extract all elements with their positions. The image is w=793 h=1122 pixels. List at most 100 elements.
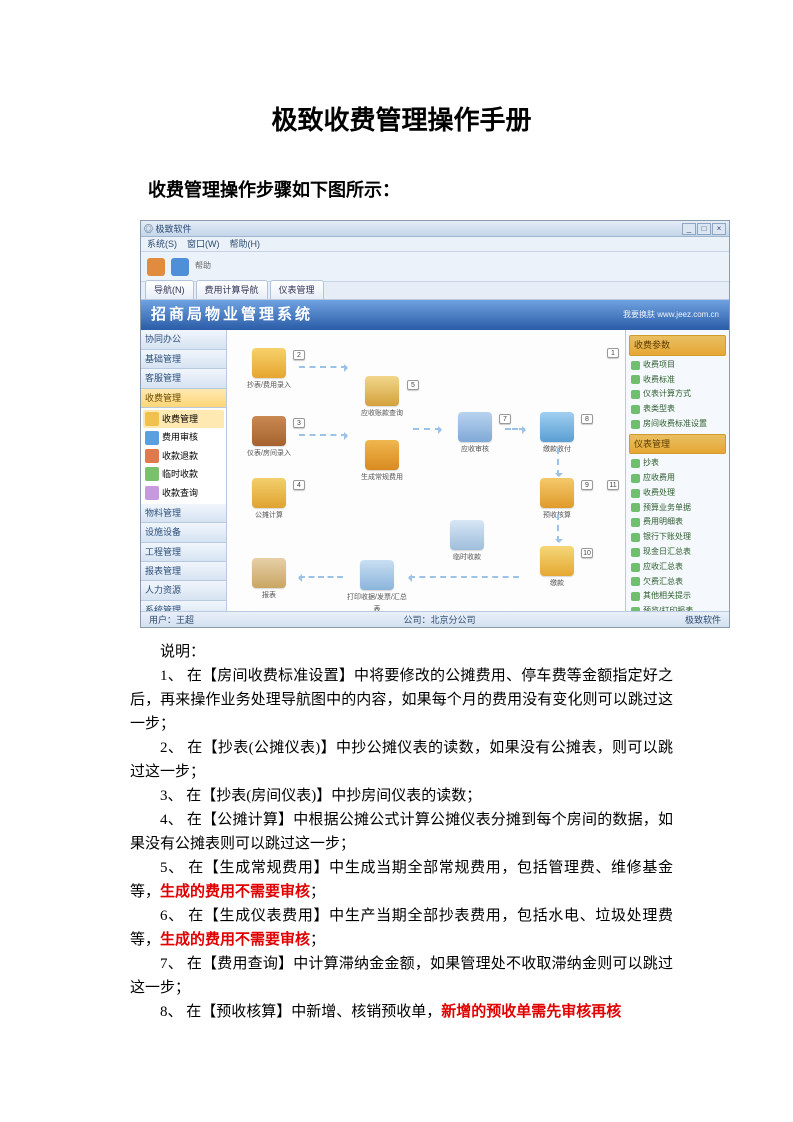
flow-badge: 2	[293, 350, 305, 360]
flow-arrow	[505, 428, 525, 430]
rpanel-item[interactable]: 应收费用	[629, 471, 726, 486]
flow-node[interactable]: 应收审核	[445, 412, 505, 455]
rpanel-item[interactable]: 收费处理	[629, 486, 726, 501]
titlebar: ◎ 极致软件 _ □ ×	[141, 221, 729, 237]
doc-title: 极致收费管理操作手册	[130, 100, 673, 142]
banner-title: 招商局物业管理系统	[151, 303, 313, 327]
rpanel-item[interactable]: 其他相关提示	[629, 589, 726, 604]
subnav-item[interactable]: 收款查询	[143, 484, 224, 502]
flow-arrow	[299, 576, 343, 578]
nav-section[interactable]: 设施设备	[141, 523, 226, 542]
flow-node[interactable]: 公摊计算	[239, 478, 299, 521]
subnav-item[interactable]: 临时收款	[143, 465, 224, 483]
explain-step-2: 2、 在【抄表(公摊仪表)】中抄公摊仪表的读数，如果没有公摊表，则可以跳过这一步…	[130, 736, 673, 784]
flow-badge: 10	[581, 548, 593, 558]
flow-badge: 9	[581, 480, 593, 490]
cash-icon	[145, 449, 159, 463]
rpanel-item[interactable]: 预览/打印报表	[629, 604, 726, 611]
rpanel-item[interactable]: 房间收费标准设置	[629, 417, 726, 432]
tabbar: 导航(N) 费用计算导航 仪表管理	[141, 282, 729, 300]
flow-badge: 1	[607, 348, 619, 358]
flow-arrow	[409, 576, 519, 578]
nav-section[interactable]: 工程管理	[141, 543, 226, 562]
nav-section[interactable]: 协同办公	[141, 330, 226, 349]
explain-step-4: 4、 在【公摊计算】中根据公摊公式计算公摊仪表分摊到每个房间的数据，如果没有公摊…	[130, 808, 673, 856]
flow-node[interactable]: 报表	[239, 558, 299, 601]
nav-section[interactable]: 报表管理	[141, 562, 226, 581]
nav-section-fee[interactable]: 收费管理	[141, 389, 226, 408]
rpanel-item[interactable]: 银行下账处理	[629, 530, 726, 545]
rpanel-head: 收费参数	[629, 335, 726, 355]
nav-section[interactable]: 基础管理	[141, 350, 226, 369]
nav-section[interactable]: 人力资源	[141, 581, 226, 600]
flow-arrow	[299, 366, 347, 368]
rpanel-item[interactable]: 表类型表	[629, 402, 726, 417]
left-nav: 协同办公 基础管理 客服管理 收费管理 收费管理 费用审核 收款退款 临时收款 …	[141, 330, 227, 611]
status-brand: 极致软件	[685, 613, 721, 627]
max-button[interactable]: □	[697, 223, 711, 235]
rpanel-item[interactable]: 费用明细表	[629, 515, 726, 530]
rpanel-item[interactable]: 预算业务单据	[629, 501, 726, 516]
red-text: 生成的费用不需要审核	[160, 932, 310, 948]
menubar: 系统(S) 窗口(W) 帮助(H)	[141, 237, 729, 252]
explanation: 说明： 1、 在【房间收费标准设置】中将要修改的公摊费用、停车费等金额指定好之后…	[130, 640, 673, 1024]
rpanel-item[interactable]: 现金日汇总表	[629, 545, 726, 560]
tab-meter[interactable]: 仪表管理	[270, 280, 324, 299]
nav-section[interactable]: 客服管理	[141, 369, 226, 388]
explain-step-7: 7、 在【费用查询】中计算滞纳金金额，如果管理处不收取滞纳金则可以跳过这一步；	[130, 952, 673, 1000]
subnav-item[interactable]: 费用审核	[143, 428, 224, 446]
min-button[interactable]: _	[682, 223, 696, 235]
rpanel-item[interactable]: 仪表计算方式	[629, 387, 726, 402]
window-title: ◎ 极致软件	[144, 222, 192, 236]
red-text: 生成的费用不需要审核	[160, 884, 310, 900]
flow-node[interactable]: 抄表/费用录入	[239, 348, 299, 391]
right-panel: 收费参数 收费项目 收费标准 仪表计算方式 表类型表 房间收费标准设置 仪表管理…	[625, 330, 729, 611]
explain-step-6: 6、 在【生成仪表费用】中生产当期全部抄表费用，包括水电、垃圾处理费等，生成的费…	[130, 904, 673, 952]
flow-badge: 5	[407, 380, 419, 390]
explain-lead: 说明：	[130, 640, 673, 664]
rpanel-item[interactable]: 抄表	[629, 456, 726, 471]
subnav-item[interactable]: 收费管理	[143, 410, 224, 428]
search-icon	[145, 486, 159, 500]
banner-right: 我要换肤 www.jeez.com.cn	[623, 309, 719, 322]
tab-fee-calc[interactable]: 费用计算导航	[196, 280, 268, 299]
tool-icon-2[interactable]	[171, 258, 189, 276]
close-button[interactable]: ×	[712, 223, 726, 235]
explain-step-8: 8、 在【预收核算】中新增、核销预收单，新增的预收单需先审核再核	[130, 1000, 673, 1024]
flow-node[interactable]: 缴款	[527, 546, 587, 589]
flow-arrow	[557, 514, 559, 542]
flow-node[interactable]: 生成常规费用	[352, 440, 412, 483]
flow-badge: 3	[293, 418, 305, 428]
subnav: 收费管理 费用审核 收款退款 临时收款 收款查询	[141, 408, 226, 504]
rpanel-item[interactable]: 收费项目	[629, 358, 726, 373]
temp-icon	[145, 467, 159, 481]
red-text: 新增的预收单需先审核再核	[441, 1004, 621, 1020]
menu-window[interactable]: 窗口(W)	[187, 237, 220, 251]
check-icon	[145, 431, 159, 445]
rpanel-head: 仪表管理	[629, 434, 726, 454]
tab-nav[interactable]: 导航(N)	[145, 280, 194, 299]
app-screenshot: ◎ 极致软件 _ □ × 系统(S) 窗口(W) 帮助(H) 帮助 导航(N) …	[140, 220, 730, 628]
banner: 招商局物业管理系统 我要换肤 www.jeez.com.cn	[141, 300, 729, 330]
tool-icon-1[interactable]	[147, 258, 165, 276]
menu-system[interactable]: 系统(S)	[147, 237, 177, 251]
toolbar: 帮助	[141, 252, 729, 282]
subnav-item[interactable]: 收款退款	[143, 447, 224, 465]
flow-arrow	[557, 448, 559, 476]
flow-node[interactable]: 打印收据/发票/汇总表	[347, 560, 407, 611]
flow-node[interactable]: 应收账款查询	[352, 376, 412, 419]
rpanel-item[interactable]: 应收汇总表	[629, 560, 726, 575]
flow-diagram: 抄表/费用录入 2 应收账款查询 5 仪表/房间录入 3 生成常规费用 公摊计算…	[227, 330, 625, 611]
nav-section[interactable]: 物料管理	[141, 504, 226, 523]
status-user: 用户：王超	[149, 613, 194, 627]
rpanel-item[interactable]: 欠费汇总表	[629, 575, 726, 590]
folder-icon	[145, 412, 159, 426]
flow-badge: 11	[607, 480, 619, 490]
flow-badge: 8	[581, 414, 593, 424]
flow-node[interactable]: 临时收款	[437, 520, 497, 563]
menu-help[interactable]: 帮助(H)	[230, 237, 261, 251]
flow-node[interactable]: 仪表/房间录入	[239, 416, 299, 459]
flow-badge: 7	[499, 414, 511, 424]
explain-step-5: 5、 在【生成常规费用】中生成当期全部常规费用，包括管理费、维修基金等，生成的费…	[130, 856, 673, 904]
rpanel-item[interactable]: 收费标准	[629, 373, 726, 388]
